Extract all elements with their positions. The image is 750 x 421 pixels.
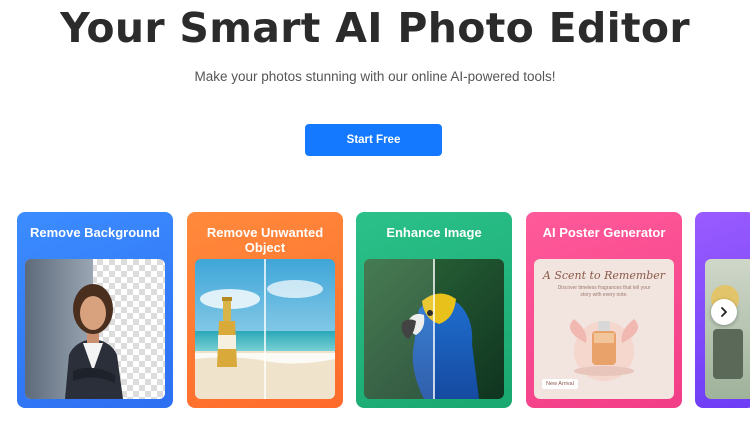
card-remove-background[interactable]: Remove Background [17,212,173,408]
card-title: Remove Background [29,225,161,240]
carousel-next-button[interactable] [711,299,737,325]
poster-badge: New Arrival [542,379,578,389]
poster-preview-image: A Scent to Remember Discover timeless fr… [534,259,674,399]
page-subtitle: Make your photos stunning with our onlin… [194,69,556,84]
perfume-bottle-illustration [570,319,638,381]
card-title: Remove Unwanted Object [206,225,324,255]
partial-preview-image [705,259,750,399]
card-enhance-image[interactable]: Enhance Image [356,212,512,408]
card-remove-unwanted-object[interactable]: Remove Unwanted Object [187,212,343,408]
card-ai-poster-generator[interactable]: AI Poster Generator A Scent to Remember … [526,212,682,408]
chevron-right-icon [721,307,727,317]
remove-object-preview-image [195,259,335,399]
page-title: Your Smart AI Photo Editor [60,4,690,52]
start-free-button[interactable]: Start Free [305,124,442,156]
enhance-image-preview-image [364,259,504,399]
card-title: Enhance Image [386,225,482,240]
tools-carousel: Remove Background Remove Unwanted Object… [0,212,750,412]
card-title: AI Poster Generator [542,225,666,240]
remove-background-preview-image [25,259,165,399]
